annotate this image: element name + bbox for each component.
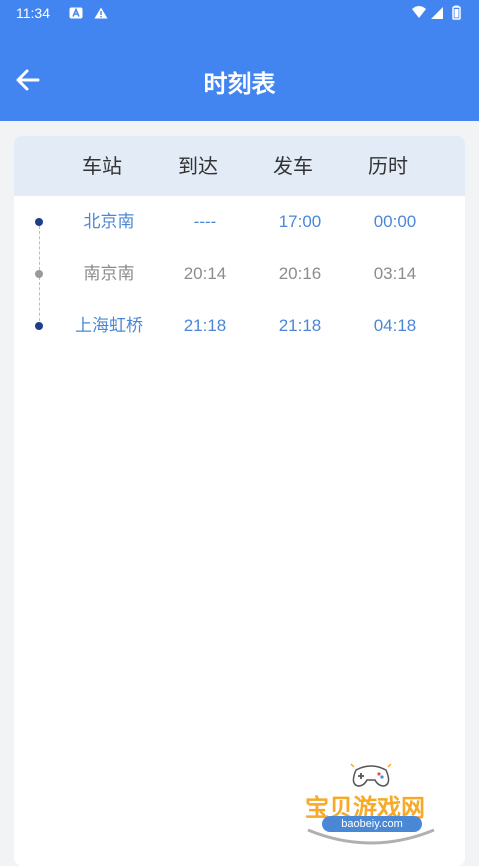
- timeline-dot: [35, 270, 43, 278]
- timetable-card: 车站 到达 发车 历时 北京南 ---- 17:00 00:00 南京南 20:…: [14, 136, 465, 866]
- table-row: 上海虹桥 21:18 21:18 04:18: [14, 300, 465, 352]
- battery-icon: [452, 5, 461, 20]
- arrive-time: ----: [193, 212, 217, 231]
- a-badge-icon: [69, 7, 83, 19]
- duration: 04:18: [373, 316, 417, 335]
- timeline-dot: [35, 322, 43, 330]
- table-header: 车站 到达 发车 历时: [14, 136, 465, 196]
- watermark-swoosh: [307, 828, 435, 845]
- watermark: 宝贝游戏网 baobeiy.com: [300, 760, 450, 850]
- arrive-time: 20:14: [183, 264, 227, 283]
- column-header-depart: 发车: [273, 154, 313, 178]
- status-time: 11:34: [16, 5, 50, 21]
- depart-time: 17:00: [278, 212, 322, 231]
- app-header: 11:34 时刻表: [0, 0, 479, 121]
- depart-time: 20:16: [278, 264, 322, 283]
- duration: 03:14: [373, 264, 417, 283]
- warning-icon: [94, 7, 108, 19]
- page-title: 时刻表: [203, 70, 276, 98]
- signal-icon: [431, 7, 443, 19]
- station-name: 南京南: [83, 264, 135, 284]
- gamepad-icon: [350, 763, 392, 787]
- table-row: 北京南 ---- 17:00 00:00: [14, 196, 465, 248]
- station-name: 上海虹桥: [75, 316, 143, 336]
- wifi-icon: [412, 6, 426, 18]
- station-name: 北京南: [83, 212, 135, 232]
- arrive-time: 21:18: [183, 316, 227, 335]
- column-header-station: 车站: [82, 154, 122, 178]
- status-right-icons: [412, 5, 461, 20]
- table-row: 南京南 20:14 20:16 03:14: [14, 248, 465, 300]
- depart-time: 21:18: [278, 316, 322, 335]
- column-header-duration: 历时: [368, 154, 408, 178]
- column-header-arrive: 到达: [178, 154, 218, 178]
- timeline-dot: [35, 218, 43, 226]
- duration: 00:00: [373, 212, 417, 231]
